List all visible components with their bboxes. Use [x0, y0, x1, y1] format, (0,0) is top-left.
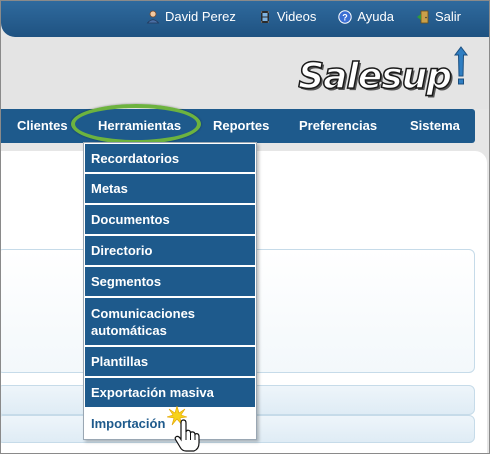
menu-item-metas[interactable]: Metas	[84, 173, 256, 204]
menu-item-plantillas[interactable]: Plantillas	[84, 346, 256, 377]
nav-clientes[interactable]: Clientes	[17, 118, 68, 133]
logout-link[interactable]: Salir	[416, 9, 461, 24]
top-links: David Perez Videos ? Ayuda Salir	[146, 9, 461, 24]
salesup-logo[interactable]: Salesup	[297, 45, 469, 98]
menu-item-comunicaciones-automaticas[interactable]: Comunicaciones automáticas	[84, 297, 256, 346]
videos-link[interactable]: Videos	[258, 9, 317, 24]
menu-item-segmentos[interactable]: Segmentos	[84, 266, 256, 297]
svg-text:?: ?	[343, 12, 349, 22]
nav-sistema[interactable]: Sistema	[410, 118, 460, 133]
film-icon	[258, 10, 272, 24]
user-icon	[146, 10, 160, 24]
user-name: David Perez	[165, 9, 236, 24]
nav-reportes[interactable]: Reportes	[213, 118, 269, 133]
menu-item-directorio[interactable]: Directorio	[84, 235, 256, 266]
help-icon: ?	[338, 9, 353, 24]
nav-herramientas[interactable]: Herramientas	[98, 118, 181, 133]
exit-door-icon	[416, 10, 430, 24]
logo-area: Salesup	[1, 37, 489, 109]
logout-label: Salir	[434, 9, 461, 24]
menu-item-exportacion-masiva[interactable]: Exportación masiva	[84, 377, 256, 408]
top-bar: David Perez Videos ? Ayuda Salir	[1, 1, 489, 37]
user-link[interactable]: David Perez	[146, 9, 236, 24]
herramientas-dropdown-menu: Recordatorios Metas Documentos Directori…	[83, 142, 257, 440]
screenshot-frame: David Perez Videos ? Ayuda Salir Salesup…	[0, 0, 490, 454]
logo-text: Salesup	[297, 55, 452, 98]
help-link[interactable]: ? Ayuda	[338, 9, 394, 24]
menu-item-importacion[interactable]: Importación	[84, 408, 256, 439]
videos-label: Videos	[276, 9, 317, 24]
nav-preferencias[interactable]: Preferencias	[299, 118, 377, 133]
main-nav: Clientes Herramientas Reportes Preferenc…	[1, 109, 475, 143]
help-label: Ayuda	[357, 9, 394, 24]
menu-item-recordatorios[interactable]: Recordatorios	[84, 143, 256, 173]
menu-item-documentos[interactable]: Documentos	[84, 204, 256, 235]
exclamation-logo-icon	[453, 46, 469, 93]
